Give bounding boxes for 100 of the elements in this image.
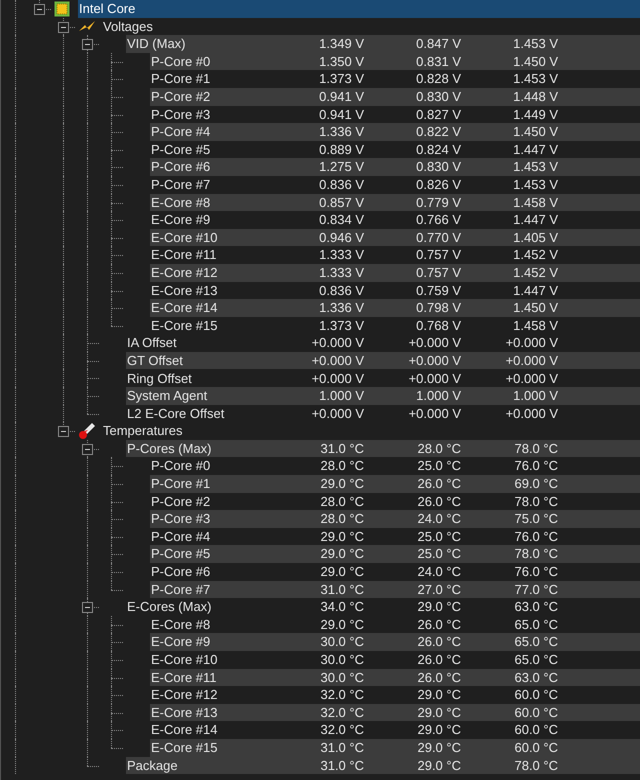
tree-row[interactable]: P-Core #1 29.0 °C 26.0 °C 69.0 °C [150, 475, 640, 493]
table-cell-text: 26.0 °C [416, 475, 461, 494]
tree-row[interactable]: E-Core #11 30.0 °C 26.0 °C 63.0 °C [150, 668, 640, 686]
table-cell-text: 31.0 °C [319, 756, 364, 775]
tree-row[interactable]: Package 31.0 °C 29.0 °C 78.0 °C [126, 756, 640, 774]
tree-row[interactable]: P-Cores (Max) 31.0 °C 28.0 °C 78.0 °C [126, 440, 640, 458]
table-cell-text: 1.447 V [512, 140, 558, 159]
table-cell-text: 0.847 V [415, 35, 461, 54]
table-cell-text: 30.0 °C [319, 651, 364, 670]
tree-row[interactable]: L2 E-Core Offset +0.000 V +0.000 V +0.000 V [126, 404, 640, 422]
tree-item-label: Temperatures [102, 422, 184, 440]
tree-item-label: E-Core #15 [150, 738, 218, 757]
tree-row[interactable]: E-Core #12 1.333 V 0.757 V 1.452 V [150, 264, 640, 282]
collapse-button[interactable] [82, 444, 93, 455]
table-cell-text: 69.0 °C [513, 475, 558, 494]
table-cell-text: +0.000 V [504, 334, 558, 352]
table-cell-text: +0.000 V [310, 404, 364, 423]
tree-row[interactable]: E-Core #8 29.0 °C 26.0 °C 65.0 °C [150, 616, 640, 634]
tree-row[interactable]: Ring Offset +0.000 V +0.000 V +0.000 V [126, 369, 640, 388]
table-cell-text: 1.453 V [512, 176, 558, 194]
collapse-button[interactable] [82, 602, 93, 614]
table-cell-text: 1.453 V [512, 70, 558, 88]
tree-row[interactable]: E-Core #15 1.373 V 0.768 V 1.458 V [150, 316, 640, 334]
table-cell-text: +0.000 V [408, 334, 461, 352]
tree-row[interactable]: Intel Core [78, 0, 640, 18]
tree-row[interactable]: E-Core #8 0.857 V 0.779 V 1.458 V [150, 194, 640, 212]
tree-row[interactable]: GT Offset +0.000 V +0.000 V +0.000 V [126, 352, 640, 370]
tree-row[interactable]: E-Core #10 0.946 V 0.770 V 1.405 V [150, 228, 640, 246]
tree-row[interactable]: P-Core #4 29.0 °C 25.0 °C 76.0 °C [150, 528, 640, 546]
table-cell-text: 0.941 V [318, 88, 364, 106]
table-cell-text: 26.0 °C [416, 651, 461, 670]
table-cell-text: 31.0 °C [319, 738, 364, 757]
lightning-icon [78, 20, 96, 32]
tree-row[interactable]: P-Core #4 1.336 V 0.822 V 1.450 V [150, 123, 640, 141]
table-cell-text: 63.0 °C [513, 668, 558, 687]
tree-row[interactable]: E-Core #9 30.0 °C 26.0 °C 65.0 °C [150, 633, 640, 651]
tree-item-label: P-Core #7 [150, 580, 212, 599]
table-cell-text: 1.000 V [512, 387, 558, 406]
tree-row[interactable]: E-Cores (Max) 34.0 °C 29.0 °C 63.0 °C [126, 598, 640, 616]
tree-row[interactable]: E-Core #14 1.336 V 0.798 V 1.450 V [150, 299, 640, 317]
collapse-button[interactable] [34, 4, 45, 15]
tree-row[interactable]: E-Core #13 32.0 °C 29.0 °C 60.0 °C [150, 704, 640, 722]
table-cell-text: 28.0 °C [319, 510, 364, 528]
table-cell-text: 0.836 V [318, 176, 364, 194]
table-cell-text: 32.0 °C [319, 721, 364, 740]
tree-row[interactable]: E-Core #15 31.0 °C 29.0 °C 60.0 °C [150, 738, 640, 757]
table-cell-text: 1.405 V [512, 228, 558, 247]
tree-row[interactable]: P-Core #0 1.350 V 0.831 V 1.450 V [150, 52, 640, 70]
tree-row[interactable]: IA Offset +0.000 V +0.000 V +0.000 V [126, 334, 640, 352]
tree-row[interactable]: P-Core #6 1.275 V 0.830 V 1.453 V [150, 158, 640, 176]
collapse-button[interactable] [58, 22, 69, 33]
tree-item-label: E-Core #11 [150, 246, 218, 264]
tree-row[interactable]: P-Core #3 28.0 °C 24.0 °C 75.0 °C [150, 510, 640, 528]
tree-row[interactable]: E-Core #12 32.0 °C 29.0 °C 60.0 °C [150, 686, 640, 704]
tree-row[interactable]: Voltages [102, 18, 640, 36]
table-cell-text: 0.822 V [415, 123, 461, 142]
tree-item-label: E-Cores (Max) [126, 598, 213, 616]
tree-row[interactable]: P-Core #2 0.941 V 0.830 V 1.448 V [150, 88, 640, 106]
tree-row[interactable]: P-Core #0 28.0 °C 25.0 °C 76.0 °C [150, 457, 640, 476]
collapse-button[interactable] [58, 426, 69, 438]
table-cell-text: 34.0 °C [319, 598, 364, 616]
tree-row[interactable]: P-Core #2 28.0 °C 26.0 °C 78.0 °C [150, 492, 640, 510]
table-cell-text: 30.0 °C [319, 668, 364, 687]
table-cell-text: 31.0 °C [319, 580, 364, 599]
tree-row[interactable]: E-Core #9 0.834 V 0.766 V 1.447 V [150, 211, 640, 229]
table-cell-text: 0.834 V [318, 211, 364, 230]
table-cell-text: 28.0 °C [319, 492, 364, 511]
table-cell-text: +0.000 V [408, 370, 461, 388]
table-cell-text: 1.275 V [318, 158, 364, 176]
tree-row[interactable]: Temperatures [102, 422, 640, 440]
tree-item-label: P-Core #2 [150, 88, 212, 106]
collapse-button[interactable] [82, 39, 93, 50]
tree-item-label: E-Core #12 [150, 264, 218, 282]
tree-item-label: P-Core #4 [150, 123, 212, 142]
tree-row[interactable]: P-Core #6 29.0 °C 24.0 °C 76.0 °C [150, 563, 640, 581]
tree-row[interactable]: E-Core #10 30.0 °C 26.0 °C 65.0 °C [150, 650, 640, 669]
tree-item-label: P-Core #2 [150, 492, 212, 511]
table-cell-text: 0.757 V [415, 246, 461, 264]
tree-row[interactable]: E-Core #14 32.0 °C 29.0 °C 60.0 °C [150, 721, 640, 739]
tree-row[interactable]: P-Core #5 0.889 V 0.824 V 1.447 V [150, 140, 640, 158]
tree-row[interactable]: VID (Max) 1.349 V 0.847 V 1.453 V [126, 35, 640, 53]
table-cell-text: 26.0 °C [416, 633, 461, 652]
tree-row[interactable]: P-Core #7 31.0 °C 27.0 °C 77.0 °C [150, 580, 640, 598]
tree-row[interactable]: E-Core #11 1.333 V 0.757 V 1.452 V [150, 246, 640, 264]
table-cell-text: 1.453 V [512, 35, 558, 54]
tree-item-label: IA Offset [126, 334, 178, 352]
tree-row[interactable]: System Agent 1.000 V 1.000 V 1.000 V [126, 387, 640, 405]
tree-item-label: P-Cores (Max) [126, 440, 213, 458]
tree-row[interactable]: P-Core #1 1.373 V 0.828 V 1.453 V [150, 70, 640, 88]
tree-item-label: E-Core #13 [150, 704, 218, 722]
tree-item-label: P-Core #7 [150, 176, 212, 194]
tree-row[interactable]: E-Core #13 0.836 V 0.759 V 1.447 V [150, 282, 640, 300]
table-cell-text: 32.0 °C [319, 686, 364, 704]
tree-item-label: E-Core #15 [150, 316, 218, 335]
tree-row[interactable]: P-Core #3 0.941 V 0.827 V 1.449 V [150, 106, 640, 124]
tree-item-label: P-Core #5 [150, 140, 212, 159]
tree-row[interactable]: P-Core #5 29.0 °C 25.0 °C 78.0 °C [150, 545, 640, 563]
tree-item-label: P-Core #6 [150, 563, 212, 582]
tree-item-label: E-Core #8 [150, 616, 212, 634]
tree-row[interactable]: P-Core #7 0.836 V 0.826 V 1.453 V [150, 176, 640, 194]
